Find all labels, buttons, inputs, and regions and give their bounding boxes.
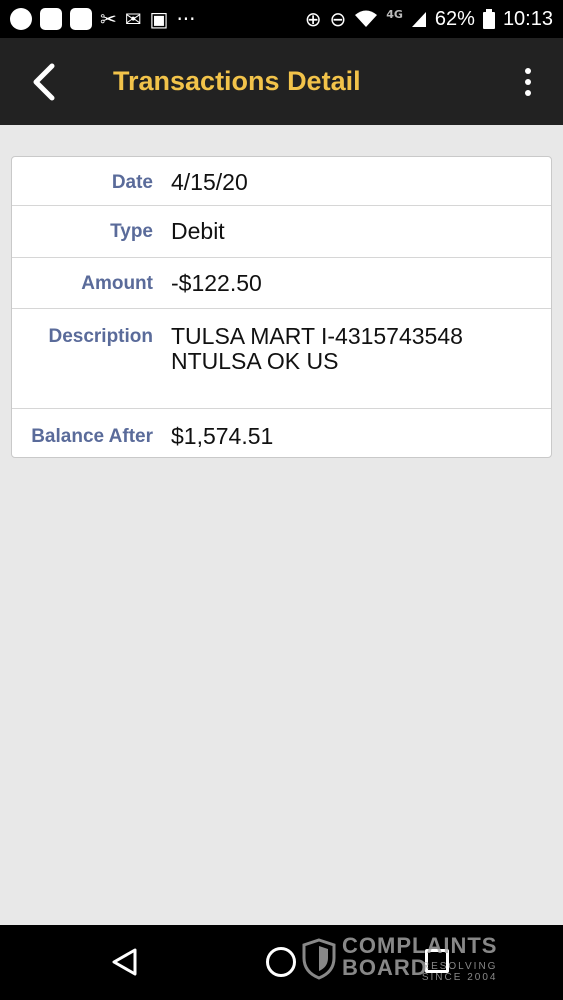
chevron-left-icon xyxy=(33,63,55,100)
battery-percent: 62% xyxy=(434,7,475,30)
detail-value: -$122.50 xyxy=(171,270,262,296)
notification-dot-icon xyxy=(10,8,32,30)
detail-row-description: Description TULSA MART I-4315743548 NTUL… xyxy=(12,309,551,409)
add-circle-icon: ⊕ xyxy=(304,7,322,31)
image-icon: ▣ xyxy=(149,7,169,31)
detail-value: Debit xyxy=(171,218,225,244)
shield-icon xyxy=(302,938,336,980)
notification-square-icon xyxy=(40,8,62,30)
notification-icons: ✂ ✉ ▣ ··· xyxy=(10,8,196,30)
overflow-menu-button[interactable] xyxy=(513,57,543,107)
nav-home-icon[interactable] xyxy=(266,947,296,977)
detail-row-amount: Amount -$122.50 xyxy=(12,258,551,309)
notification-square-icon xyxy=(70,8,92,30)
status-bar: ✂ ✉ ▣ ··· ⊕ ⊖ 4G 62% 10:13 xyxy=(0,0,563,38)
system-icons: ⊕ ⊖ 4G 62% 10:13 xyxy=(305,8,553,31)
watermark-text: COMPLAINTS BOARD RESOLVING SINCE 2004 xyxy=(342,933,498,984)
detail-label: Description xyxy=(48,326,153,347)
watermark-line1: COMPLAINTS xyxy=(342,933,498,958)
transaction-detail-card: Date 4/15/20 Type Debit Amount -$122.50 … xyxy=(11,156,552,458)
detail-value: TULSA MART I-4315743548 NTULSA OK US xyxy=(171,323,463,374)
detail-row-type: Type Debit xyxy=(12,206,551,258)
back-button[interactable] xyxy=(14,52,74,112)
battery-icon xyxy=(482,9,495,29)
dot xyxy=(525,67,531,74)
nav-back-icon[interactable] xyxy=(110,947,140,977)
wifi-icon xyxy=(355,10,378,27)
clock: 10:13 xyxy=(502,7,553,30)
detail-label: Amount xyxy=(81,273,153,294)
detail-label: Balance After xyxy=(31,426,153,447)
page-title: Transactions Detail xyxy=(113,66,361,96)
detail-value: 4/15/20 xyxy=(171,169,248,195)
mail-icon: ✉ xyxy=(124,7,142,31)
detail-label: Date xyxy=(111,172,153,193)
sneaker-icon: ✂ xyxy=(100,7,117,31)
dot xyxy=(525,78,531,85)
detail-value: $1,574.51 xyxy=(171,423,274,449)
detail-label: Type xyxy=(110,221,153,242)
app-bar: Transactions Detail xyxy=(0,38,563,125)
signal-icon xyxy=(411,12,426,27)
do-not-disturb-icon: ⊖ xyxy=(329,7,347,31)
dot xyxy=(525,89,531,96)
detail-row-balance-after: Balance After $1,574.51 xyxy=(12,409,551,457)
complaints-board-watermark: COMPLAINTS BOARD RESOLVING SINCE 2004 xyxy=(302,935,497,983)
more-icon: ··· xyxy=(176,7,196,31)
detail-row-date: Date 4/15/20 xyxy=(12,157,551,206)
network-type: 4G xyxy=(386,7,403,21)
